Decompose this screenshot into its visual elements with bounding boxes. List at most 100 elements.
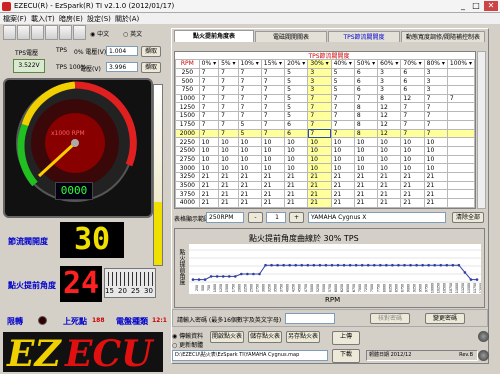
map-cell[interactable]: 10 (423, 137, 448, 147)
map-cell[interactable]: 21 (400, 180, 425, 191)
map-cell[interactable] (446, 128, 475, 139)
toolbar-spark-icon[interactable] (31, 25, 44, 40)
map-cell[interactable]: 21 (218, 171, 239, 182)
map-cell[interactable]: 8 (353, 102, 379, 113)
map-cell[interactable]: 10 (218, 145, 239, 156)
map-cell[interactable]: 21 (377, 171, 402, 182)
map-cell[interactable]: 7 (260, 76, 286, 87)
toolbar-open-icon[interactable] (3, 25, 16, 40)
menu-file[interactable]: 檔案(F) (3, 14, 27, 24)
tab-ignition-advance[interactable]: 點火提前角度表 (174, 30, 254, 42)
map-cell[interactable]: 5 (284, 67, 309, 78)
tps-column-header[interactable]: 0% ▾ (198, 59, 220, 69)
map-cell[interactable]: 7 (330, 128, 355, 139)
map-cell[interactable]: 21 (198, 171, 220, 182)
map-cell[interactable]: 21 (198, 180, 220, 191)
map-cell[interactable]: 7 (218, 102, 239, 113)
map-cell[interactable]: 10 (198, 154, 220, 165)
map-cell[interactable]: 12 (377, 102, 402, 113)
map-cell[interactable]: 10 (377, 145, 402, 156)
map-cell[interactable]: 10 (284, 154, 309, 165)
map-cell[interactable]: 21 (237, 198, 262, 208)
download-button[interactable]: 下載 (332, 349, 360, 363)
map-cell[interactable]: 10 (260, 163, 286, 173)
map-cell[interactable]: 10 (218, 154, 239, 165)
map-cell[interactable]: 21 (353, 171, 379, 182)
map-cell[interactable]: 10 (353, 145, 379, 156)
map-cell[interactable]: 21 (423, 198, 448, 208)
map-cell[interactable]: 21 (307, 189, 332, 199)
transfer-data-radio[interactable]: ◉ 傳輸資料 (172, 331, 203, 340)
map-cell[interactable]: 10 (330, 145, 355, 156)
map-cell[interactable]: 3 (307, 85, 332, 95)
map-cell[interactable]: 10 (353, 163, 379, 173)
map-cell[interactable]: 21 (377, 180, 402, 191)
map-cell[interactable]: 21 (330, 206, 355, 208)
tps-column-header[interactable]: 100% ▾ (446, 59, 475, 69)
menu-load[interactable]: 載入(T) (31, 14, 55, 24)
map-cell[interactable]: 21 (218, 198, 239, 208)
tps-column-header[interactable]: 80% ▾ (423, 59, 448, 69)
map-cell[interactable]: 3 (307, 76, 332, 87)
map-cell[interactable]: 10 (423, 145, 448, 156)
map-cell[interactable]: 12 (400, 93, 425, 104)
map-cell[interactable]: 6 (400, 85, 425, 95)
map-cell[interactable]: 7 (260, 93, 286, 104)
map-cell[interactable]: 7 (353, 93, 379, 104)
map-cell[interactable]: 21 (400, 198, 425, 208)
map-cell[interactable]: 10 (423, 163, 448, 173)
map-cell[interactable]: 7 (198, 128, 220, 139)
tps-column-header[interactable]: 50% ▾ (353, 59, 379, 69)
tab-dynamic-width[interactable]: 動態寬度調修/閥隨補控制表 (401, 31, 485, 42)
map-cell[interactable]: 10 (377, 163, 402, 173)
map-cell[interactable]: 7 (307, 111, 332, 121)
map-cell[interactable]: 10 (330, 137, 355, 147)
toolbar-save-icon[interactable] (17, 25, 30, 40)
map-cell[interactable]: 7 (307, 93, 332, 104)
map-cell[interactable] (446, 67, 475, 78)
map-cell[interactable]: 7 (400, 128, 425, 139)
map-cell[interactable]: 7 (237, 85, 262, 95)
map-cell[interactable]: 7 (423, 128, 448, 139)
map-cell[interactable]: 21 (218, 189, 239, 199)
map-cell[interactable]: 10 (400, 154, 425, 165)
map-cell[interactable]: 10 (218, 137, 239, 147)
range-plus-button[interactable]: + (289, 212, 304, 223)
menu-about[interactable]: 關於(A) (115, 14, 139, 24)
map-cell[interactable]: 7 (237, 111, 262, 121)
map-cell[interactable]: 7 (446, 93, 475, 104)
map-cell[interactable]: 7 (423, 93, 448, 104)
map-cell[interactable]: 21 (237, 189, 262, 199)
map-cell[interactable]: 10 (307, 137, 332, 147)
map-cell[interactable]: 5 (330, 67, 355, 78)
map-cell[interactable]: 21 (330, 198, 355, 208)
map-cell[interactable] (446, 198, 475, 208)
map-cell[interactable]: 3 (423, 67, 448, 78)
map-cell[interactable]: 7 (198, 102, 220, 113)
map-cell[interactable]: 7 (400, 102, 425, 113)
tps-0-capture-button[interactable]: 擷取 (141, 46, 161, 57)
map-cell[interactable]: 21 (198, 206, 220, 208)
map-cell[interactable]: 12 (377, 119, 402, 130)
map-cell[interactable]: 7 (330, 111, 355, 121)
map-cell[interactable]: 7 (423, 111, 448, 121)
map-cell[interactable]: 21 (423, 189, 448, 199)
map-cell[interactable]: 5 (284, 85, 309, 95)
map-cell[interactable]: 21 (284, 206, 309, 208)
map-cell[interactable]: 21 (237, 180, 262, 191)
map-cell[interactable]: 21 (377, 189, 402, 199)
range-step-input[interactable]: 1 (266, 212, 286, 223)
table-scrollbar[interactable] (477, 51, 486, 209)
map-cell[interactable]: 21 (377, 198, 402, 208)
map-cell[interactable]: 21 (353, 198, 379, 208)
map-cell[interactable]: 6 (284, 128, 309, 139)
map-cell[interactable]: 21 (284, 171, 309, 182)
map-cell[interactable]: 5 (284, 76, 309, 87)
map-cell[interactable]: 10 (284, 137, 309, 147)
map-cell[interactable]: 21 (260, 198, 286, 208)
map-cell[interactable]: 7 (198, 93, 220, 104)
map-cell[interactable]: 7 (400, 119, 425, 130)
map-cell[interactable]: 6 (400, 67, 425, 78)
map-cell[interactable] (446, 180, 475, 191)
map-cell[interactable]: 10 (307, 154, 332, 165)
